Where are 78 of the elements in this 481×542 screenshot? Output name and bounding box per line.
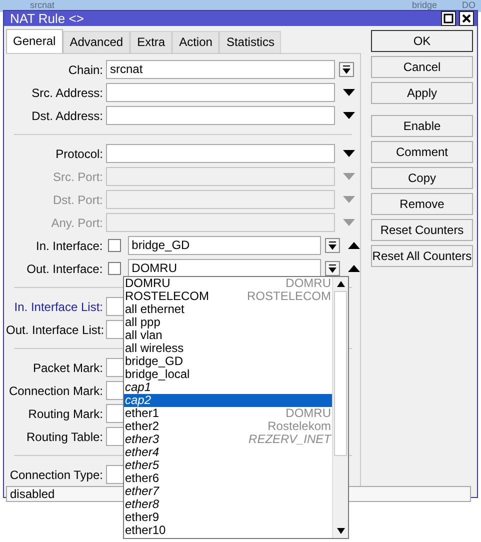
status-text: disabled [10, 487, 55, 501]
field-label: Routing Table: [26, 430, 104, 444]
list-item[interactable]: ether10 [124, 524, 332, 537]
list-item[interactable]: all vlan [124, 329, 332, 342]
list-item[interactable]: cap1 [124, 381, 332, 394]
list-item[interactable]: ether4 [124, 446, 332, 459]
field-label: Src. Address: [30, 86, 104, 100]
tab[interactable]: Extra [130, 31, 172, 53]
list-item[interactable]: all ethernet [124, 303, 332, 316]
dropdown-toggle-icon[interactable] [325, 261, 340, 276]
list-item[interactable]: ether6 [124, 472, 332, 485]
field-label: Packet Mark: [32, 360, 104, 374]
field-label: Dst. Port: [52, 192, 104, 206]
dropdown-arrow-icon[interactable] [343, 150, 355, 157]
input-field[interactable] [106, 190, 335, 209]
input-field[interactable] [106, 106, 335, 125]
tab[interactable]: Action [172, 31, 220, 53]
list-item[interactable]: ether1 DOMRU [124, 407, 332, 420]
list-item[interactable]: DOMRU DOMRU [124, 277, 332, 290]
input-field[interactable]: srcnat [106, 60, 335, 79]
scroll-thumb[interactable] [334, 291, 347, 456]
field-label: Connection Type: [8, 468, 104, 482]
checkbox[interactable] [108, 262, 121, 275]
tab[interactable]: General [6, 29, 63, 53]
dropdown-arrow-icon[interactable] [343, 112, 355, 119]
dropdown-toggle-icon[interactable] [325, 238, 340, 253]
dialog-button[interactable]: Comment [371, 141, 473, 163]
list-item[interactable]: ether9 [124, 511, 332, 524]
table-cell: srcnat [30, 0, 55, 10]
dialog-button[interactable]: Apply [371, 82, 473, 104]
field-label: In. Interface: [35, 238, 104, 252]
checkbox[interactable] [108, 239, 121, 252]
up-arrow-icon[interactable] [348, 265, 360, 272]
list-item[interactable]: bridge_local [124, 368, 332, 381]
close-icon[interactable] [459, 11, 474, 26]
field-label: Any. Port: [50, 216, 104, 230]
input-field[interactable] [106, 144, 335, 163]
input-field[interactable] [106, 213, 335, 232]
list-item[interactable]: bridge_GD [124, 355, 332, 368]
dialog-button[interactable]: Reset All Counters [371, 245, 473, 267]
window-title: NAT Rule <> [10, 11, 84, 26]
dropdown-toggle-icon[interactable] [339, 62, 354, 77]
dialog-button[interactable]: Enable [371, 115, 473, 137]
list-item[interactable]: all ppp [124, 316, 332, 329]
list-item[interactable]: ether8 [124, 498, 332, 511]
tab[interactable]: Statistics [219, 31, 282, 53]
list-item[interactable]: ether3 REZERV_INET [124, 433, 332, 446]
list-item[interactable]: all wireless [124, 342, 332, 355]
field-label: Connection Mark: [8, 384, 104, 398]
field-label: Chain: [67, 62, 104, 76]
dialog-button[interactable]: Reset Counters [371, 219, 473, 241]
field-label: Src. Port: [52, 170, 104, 184]
scroll-down-icon[interactable] [337, 528, 345, 534]
dialog-button[interactable]: Remove [371, 193, 473, 215]
list-item[interactable]: ether5 [124, 459, 332, 472]
field-label: Dst. Address: [30, 108, 104, 122]
input-field[interactable]: bridge_GD [128, 236, 322, 255]
list-item[interactable]: ROSTELECOM ROSTELECOM [124, 290, 332, 303]
list-item[interactable]: ether2 Rostelekom [124, 420, 332, 433]
table-cell: bridge [412, 0, 438, 10]
field-label: Protocol: [54, 146, 104, 160]
field-label: Out. Interface: [26, 262, 104, 276]
input-field[interactable] [106, 167, 335, 186]
dialog-button[interactable]: Copy [371, 167, 473, 189]
input-field[interactable] [106, 83, 335, 102]
tab[interactable]: Advanced [62, 31, 130, 53]
up-arrow-icon[interactable] [348, 242, 360, 249]
dialog-button[interactable]: OK [371, 30, 473, 52]
dialog-button[interactable]: Cancel [371, 56, 473, 78]
field-label: Out. Interface List: [6, 322, 106, 336]
list-item[interactable]: cap2 [124, 394, 332, 407]
maximize-icon[interactable] [441, 11, 456, 26]
table-cell: DO [462, 0, 476, 10]
field-label: In. Interface List: [13, 300, 104, 314]
list-item[interactable]: ether7 [124, 485, 332, 498]
dropdown-arrow-icon[interactable] [343, 89, 355, 96]
scrollbar[interactable] [332, 277, 348, 538]
field-label: Routing Mark: [27, 406, 104, 420]
